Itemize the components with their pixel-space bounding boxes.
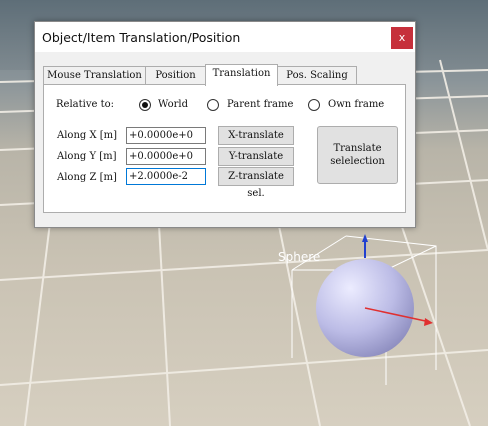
- translation-panel: Relative to: World Parent frame Own fram…: [43, 84, 406, 213]
- translation-dialog: Object/Item Translation/Position x Mouse…: [34, 21, 416, 228]
- along-z-input[interactable]: +2.0000e-2: [126, 168, 206, 185]
- close-button[interactable]: x: [391, 27, 413, 49]
- translate-button-line2: selelection: [330, 156, 385, 167]
- radio-world[interactable]: [139, 99, 151, 111]
- tab-translation[interactable]: Translation: [205, 64, 278, 86]
- along-y-label: Along Y [m]: [57, 151, 117, 162]
- along-y-input[interactable]: +0.0000e+0: [126, 148, 206, 165]
- radio-parent-frame[interactable]: [207, 99, 219, 111]
- window-title: Object/Item Translation/Position: [42, 30, 241, 45]
- along-x-input[interactable]: +0.0000e+0: [126, 127, 206, 144]
- tab-mouse-translation[interactable]: Mouse Translation: [43, 66, 146, 85]
- y-translate-button[interactable]: Y-translate sel.: [218, 147, 294, 179]
- translate-button-line1: Translate: [333, 143, 382, 154]
- radio-world-label[interactable]: World: [158, 99, 188, 110]
- tab-position[interactable]: Position: [145, 66, 206, 85]
- along-x-label: Along X [m]: [57, 130, 118, 141]
- relative-to-label: Relative to:: [56, 99, 114, 110]
- tab-pos-scaling[interactable]: Pos. Scaling: [277, 66, 357, 85]
- radio-own-frame-label[interactable]: Own frame: [328, 99, 384, 110]
- translate-selection-button[interactable]: Translate selelection: [317, 126, 398, 184]
- radio-parent-frame-label[interactable]: Parent frame: [227, 99, 293, 110]
- z-translate-button[interactable]: Z-translate sel.: [218, 167, 294, 199]
- title-bar[interactable]: Object/Item Translation/Position x: [35, 22, 415, 52]
- x-translate-button[interactable]: X-translate sel.: [218, 126, 294, 158]
- dialog-client: Mouse Translation Position Translation P…: [35, 52, 415, 227]
- radio-own-frame[interactable]: [308, 99, 320, 111]
- along-z-label: Along Z [m]: [57, 172, 117, 183]
- sphere-label: Sphere: [278, 250, 321, 264]
